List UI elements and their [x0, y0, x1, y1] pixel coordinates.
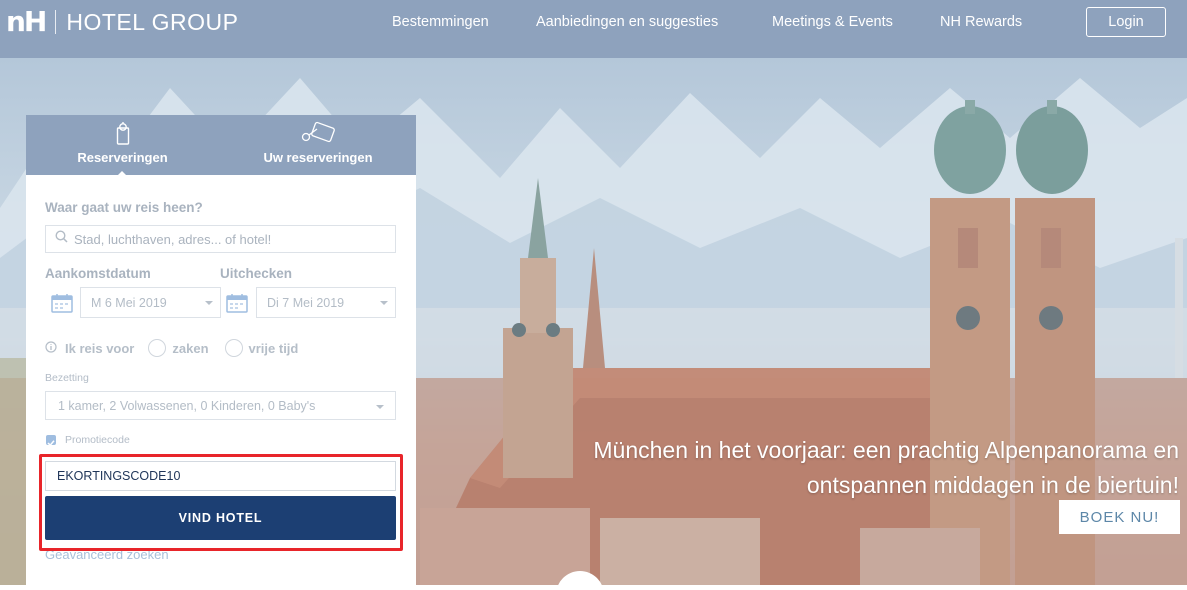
arrival-date-value: M 6 Mei 2019	[91, 295, 167, 310]
hero-caption-line-2: ontspannen middagen in de biertuin!	[806, 472, 1179, 498]
page-bottom-edge	[0, 585, 1187, 590]
radio-business[interactable]	[148, 339, 167, 357]
destination-search-field[interactable]	[45, 225, 396, 253]
nav-meetings-events[interactable]: Meetings & Events	[772, 14, 893, 30]
occupancy-value: 1 kamer, 2 Volwassenen, 0 Kinderen, 0 Ba…	[58, 398, 316, 413]
destination-label: Waar gaat uw reis heen?	[45, 200, 203, 215]
nh-hotel-group-logo[interactable]: nH HOTEL GROUP	[6, 8, 238, 36]
find-hotel-button[interactable]: VIND HOTEL	[45, 496, 396, 540]
chevron-down-icon	[205, 301, 213, 305]
search-icon	[55, 230, 68, 248]
promo-code-checkbox[interactable]	[46, 435, 56, 447]
checkout-date-value: Di 7 Mei 2019	[267, 295, 345, 310]
chevron-down-icon	[376, 405, 384, 409]
radio-leisure[interactable]	[224, 339, 243, 357]
tab-your-reservations-label: Uw reserveringen	[263, 150, 373, 165]
checkout-date-select[interactable]: Di 7 Mei 2019	[256, 287, 396, 318]
tab-reservations[interactable]: Reserveringen	[26, 115, 219, 175]
occupancy-select[interactable]: 1 kamer, 2 Volwassenen, 0 Kinderen, 0 Ba…	[45, 391, 396, 420]
promo-code-input[interactable]	[45, 461, 396, 491]
key-card-icon	[223, 121, 413, 148]
checkout-date-label: Uitchecken	[220, 266, 293, 281]
occupancy-label: Bezetting	[45, 372, 89, 384]
active-tab-pointer	[116, 171, 128, 177]
logo-text: HOTEL GROUP	[66, 9, 239, 35]
calendar-icon[interactable]	[226, 293, 248, 318]
travel-purpose-label: Ik reis voor	[65, 340, 135, 356]
arrival-date-label: Aankomstdatum	[45, 266, 151, 281]
destination-search-input[interactable]	[74, 231, 374, 247]
arrival-date-select[interactable]: M 6 Mei 2019	[80, 287, 221, 318]
book-now-button[interactable]: BOEK NU!	[1059, 500, 1180, 534]
nav-nh-rewards[interactable]: NH Rewards	[940, 14, 1022, 30]
tab-reservations-label: Reserveringen	[77, 150, 168, 165]
tab-your-reservations[interactable]: Uw reserveringen	[223, 115, 413, 175]
logo-divider	[55, 10, 57, 34]
nav-destinations[interactable]: Bestemmingen	[392, 14, 489, 30]
chevron-down-icon	[380, 301, 388, 305]
calendar-icon[interactable]	[51, 293, 73, 318]
radio-leisure-label: vrije tijd	[248, 340, 299, 356]
login-button[interactable]: Login	[1086, 7, 1166, 37]
booking-panel: Reserveringen Uw reserveringen Waar gaat…	[26, 115, 416, 585]
top-header: nH HOTEL GROUP Bestemmingen Aanbiedingen…	[0, 0, 1187, 58]
checkmark-icon	[47, 440, 55, 447]
radio-business-label: zaken	[172, 340, 209, 356]
hero-caption: München in het voorjaar: een prachtig Al…	[593, 433, 1179, 503]
nav-offers[interactable]: Aanbiedingen en suggesties	[536, 14, 718, 30]
hero-caption-line-1: München in het voorjaar: een prachtig Al…	[593, 437, 1179, 463]
promo-code-label: Promotiecode	[65, 434, 130, 446]
travel-purpose-group: Ik reis voor zaken vrije tijd	[45, 339, 298, 357]
door-hanger-icon	[26, 121, 219, 148]
info-icon[interactable]	[45, 340, 57, 356]
advanced-search-link[interactable]: Geavanceerd zoeken	[45, 547, 169, 562]
nh-logo-mark: nH	[6, 5, 47, 38]
booking-tabs: Reserveringen Uw reserveringen	[26, 115, 416, 177]
